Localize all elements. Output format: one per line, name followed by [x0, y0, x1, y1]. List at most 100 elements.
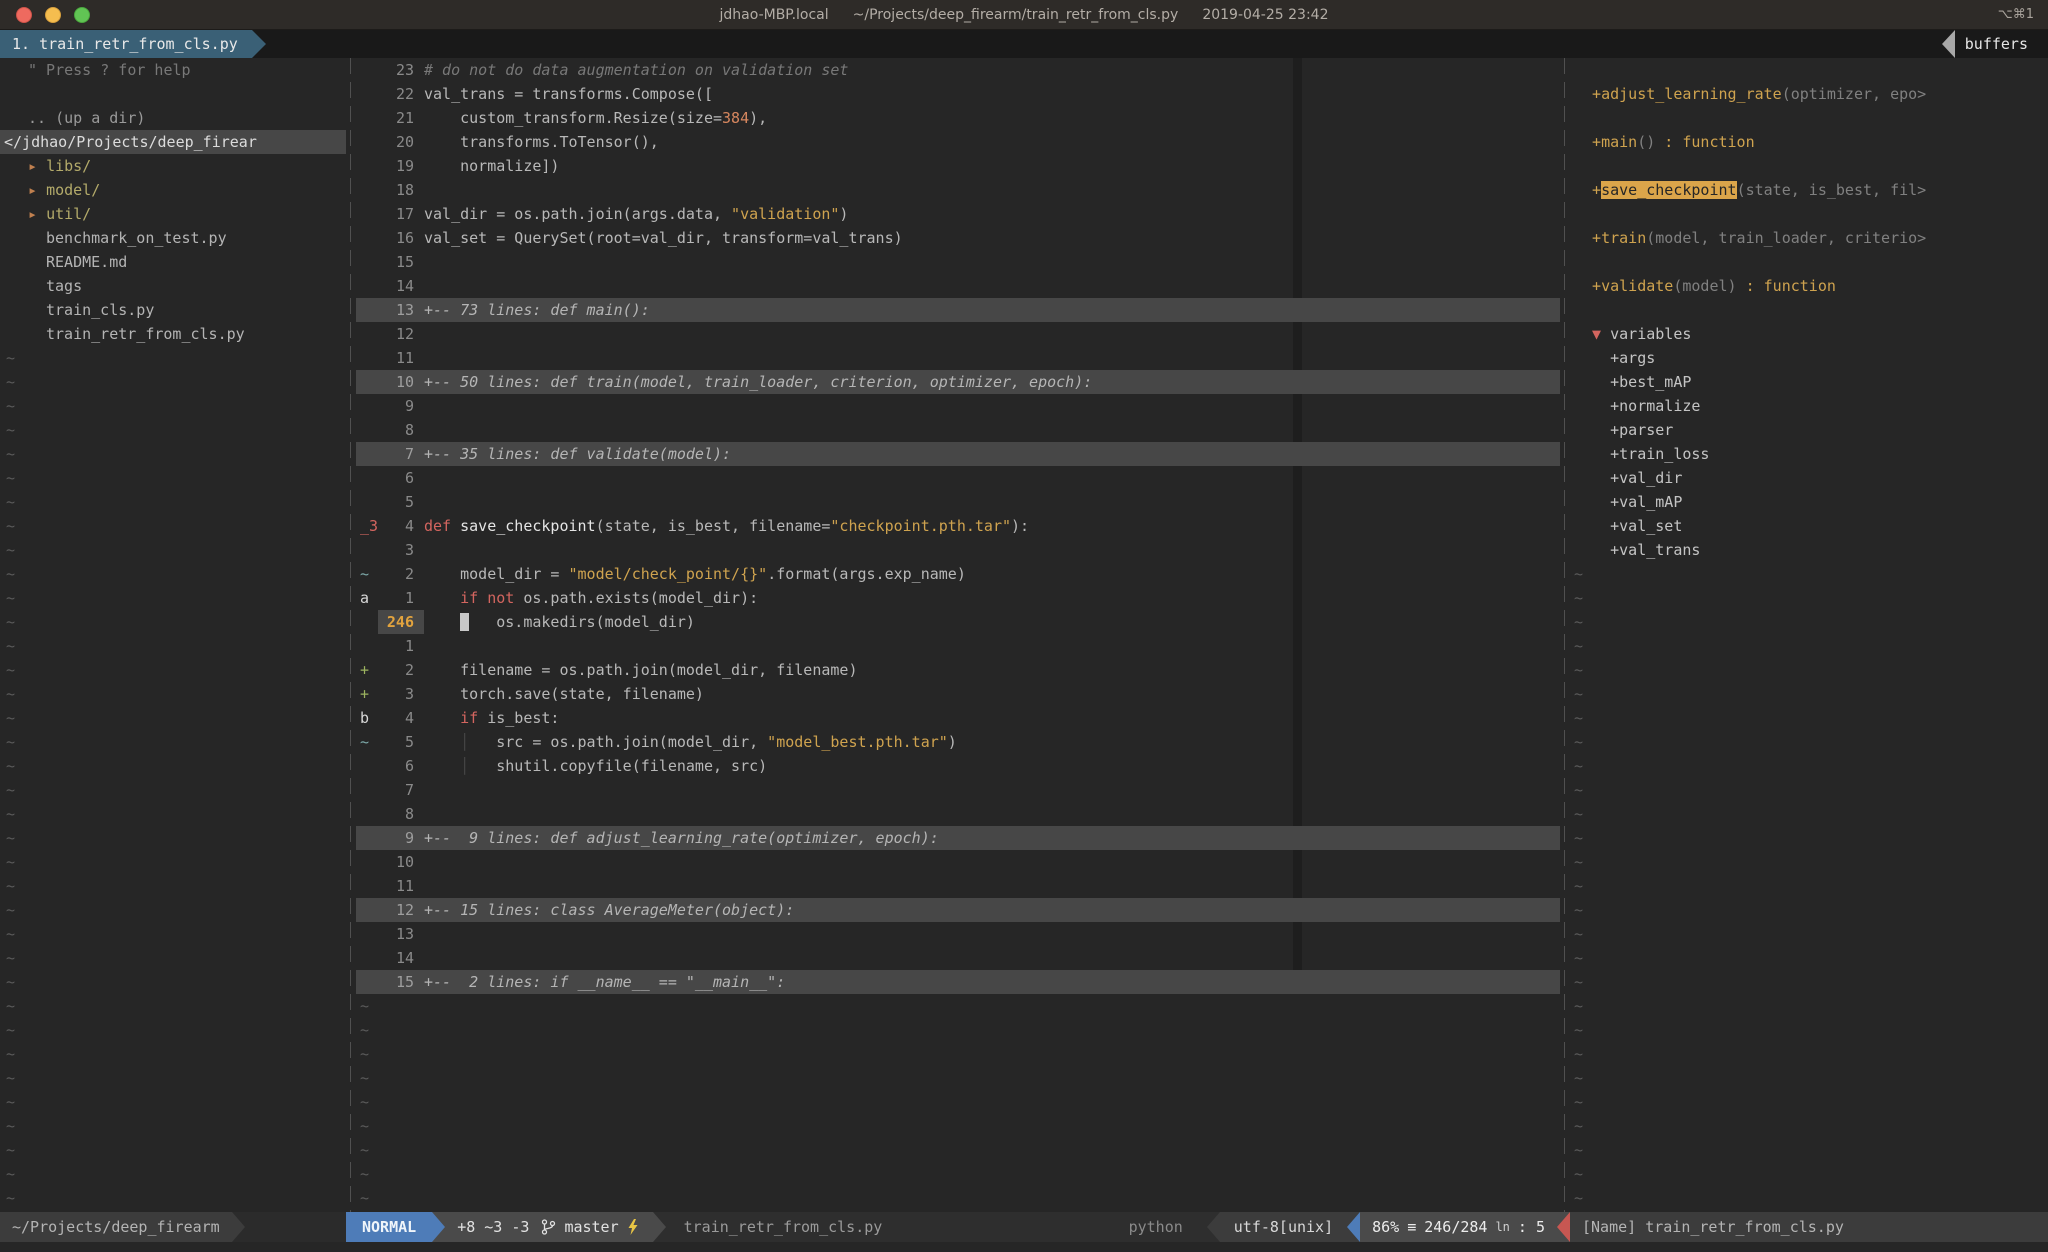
- nerdtree-root-path[interactable]: </jdhao/Projects/deep_firear: [0, 130, 346, 154]
- code-line[interactable]: _34def save_checkpoint(state, is_best, f…: [356, 514, 1560, 538]
- tag-val_set[interactable]: +val_set: [1570, 514, 2048, 538]
- folded-region-line[interactable]: 13+-- 73 lines: def main():: [356, 298, 1560, 322]
- tree-file-train_retr_from_cls-py[interactable]: train_retr_from_cls.py: [0, 322, 346, 346]
- zoom-button[interactable]: [74, 7, 90, 23]
- code-line[interactable]: 12: [356, 322, 1560, 346]
- code-line[interactable]: +2 filename = os.path.join(model_dir, fi…: [356, 658, 1560, 682]
- code-line[interactable]: 21 custom_transform.Resize(size=384),: [356, 106, 1560, 130]
- nerdtree-up-dir[interactable]: .. (up a dir): [0, 106, 346, 130]
- tag-best_mAP[interactable]: +best_mAP: [1570, 370, 2048, 394]
- tag-main[interactable]: +main() : function: [1570, 130, 2048, 154]
- token: +best_mAP: [1574, 373, 1691, 391]
- token: if: [460, 709, 478, 727]
- tag-args[interactable]: +args: [1570, 346, 2048, 370]
- empty-buffer-line: ~: [0, 394, 346, 418]
- code-line[interactable]: ~2 model_dir = "model/check_point/{}".fo…: [356, 562, 1560, 586]
- code-line[interactable]: +3 torch.save(state, filename): [356, 682, 1560, 706]
- tree-dir-util[interactable]: ▸ util/: [0, 202, 346, 226]
- code-line[interactable]: 20 transforms.ToTensor(),: [356, 130, 1560, 154]
- code-line[interactable]: 6 │ shutil.copyfile(filename, src): [356, 754, 1560, 778]
- tag-train_loss[interactable]: +train_loss: [1570, 442, 2048, 466]
- code-line[interactable]: 13: [356, 922, 1560, 946]
- code-line[interactable]: 1: [356, 634, 1560, 658]
- line-number: 13: [378, 922, 424, 946]
- tag-validate[interactable]: +validate(model) : function: [1570, 274, 2048, 298]
- token: ~: [360, 1165, 369, 1183]
- blank-line: [1570, 154, 2048, 178]
- line-of-total: 246/284: [1424, 1218, 1487, 1236]
- chevron-right-icon[interactable]: ▸: [28, 157, 46, 175]
- tag-train[interactable]: +train(model, train_loader, criterio>: [1570, 226, 2048, 250]
- command-line[interactable]: [0, 1242, 2048, 1252]
- code-line[interactable]: 6: [356, 466, 1560, 490]
- code-line[interactable]: a1 if not os.path.exists(model_dir):: [356, 586, 1560, 610]
- empty-buffer-line: ~: [0, 1042, 346, 1066]
- code-line[interactable]: 15: [356, 250, 1560, 274]
- window-separator[interactable]: [346, 58, 356, 1212]
- tag-val_dir[interactable]: +val_dir: [1570, 466, 2048, 490]
- code-line[interactable]: 11: [356, 874, 1560, 898]
- code-line[interactable]: 17val_dir = os.path.join(args.data, "val…: [356, 202, 1560, 226]
- tag-val_trans[interactable]: +val_trans: [1570, 538, 2048, 562]
- code-line[interactable]: 23# do not do data augmentation on valid…: [356, 58, 1560, 82]
- powerline-arrow-icon: [1347, 1212, 1360, 1242]
- tree-dir-model[interactable]: ▸ model/: [0, 178, 346, 202]
- code-line[interactable]: ~5 │ src = os.path.join(model_dir, "mode…: [356, 730, 1560, 754]
- token: ▼: [1574, 325, 1601, 343]
- tree-file-README-md[interactable]: README.md: [0, 250, 346, 274]
- code-line[interactable]: 22val_trans = transforms.Compose([: [356, 82, 1560, 106]
- tag-parser[interactable]: +parser: [1570, 418, 2048, 442]
- code-line[interactable]: 19 normalize]): [356, 154, 1560, 178]
- line-number: 5: [378, 490, 424, 514]
- token: ~: [1574, 853, 1583, 871]
- token: +val_mAP: [1574, 493, 1682, 511]
- code-line[interactable]: 246 os.makedirs(model_dir): [356, 610, 1560, 634]
- line-text: +-- 73 lines: def main():: [424, 301, 650, 319]
- code-line[interactable]: 14: [356, 946, 1560, 970]
- token: ),: [749, 109, 767, 127]
- token: [478, 589, 487, 607]
- code-line[interactable]: 14: [356, 274, 1560, 298]
- filetype-label: python: [1129, 1218, 1207, 1236]
- folded-region-line[interactable]: 12+-- 15 lines: class AverageMeter(objec…: [356, 898, 1560, 922]
- folded-region-line[interactable]: 7+-- 35 lines: def validate(model):: [356, 442, 1560, 466]
- code-line[interactable]: b4 if is_best:: [356, 706, 1560, 730]
- tag-save_checkpoint[interactable]: +save_checkpoint(state, is_best, fil>: [1570, 178, 2048, 202]
- folded-region-line[interactable]: 15+-- 2 lines: if __name__ == "__main__"…: [356, 970, 1560, 994]
- window-separator[interactable]: [1560, 58, 1570, 1212]
- tree-file-benchmark_on_test-py[interactable]: benchmark_on_test.py: [0, 226, 346, 250]
- minimize-button[interactable]: [45, 7, 61, 23]
- blank-line: [1570, 250, 2048, 274]
- close-button[interactable]: [16, 7, 32, 23]
- chevron-right-icon[interactable]: ▸: [28, 205, 46, 223]
- tagbar-kind-variables[interactable]: ▼ variables: [1570, 322, 2048, 346]
- tag-adjust_learning_rate[interactable]: +adjust_learning_rate(optimizer, epo>: [1570, 82, 2048, 106]
- git-branch-name: master: [564, 1218, 618, 1236]
- folded-region-line[interactable]: 10+-- 50 lines: def train(model, train_l…: [356, 370, 1560, 394]
- code-line[interactable]: 3: [356, 538, 1560, 562]
- tag-val_mAP[interactable]: +val_mAP: [1570, 490, 2048, 514]
- tab-current[interactable]: 1. train_retr_from_cls.py: [0, 30, 252, 58]
- code-line[interactable]: 16val_set = QuerySet(root=val_dir, trans…: [356, 226, 1560, 250]
- empty-buffer-line: ~: [356, 1162, 1560, 1186]
- code-line[interactable]: 8: [356, 418, 1560, 442]
- token: ~: [1574, 757, 1583, 775]
- tag-normalize[interactable]: +normalize: [1570, 394, 2048, 418]
- tree-file-tags[interactable]: tags: [0, 274, 346, 298]
- token: +main: [1574, 133, 1637, 151]
- tree-file-train_cls-py[interactable]: train_cls.py: [0, 298, 346, 322]
- token: ~: [1574, 1045, 1583, 1063]
- chevron-right-icon[interactable]: ▸: [28, 181, 46, 199]
- line-number: 9: [378, 826, 424, 850]
- code-line[interactable]: 10: [356, 850, 1560, 874]
- code-line[interactable]: 8: [356, 802, 1560, 826]
- code-line[interactable]: 7: [356, 778, 1560, 802]
- code-line[interactable]: 18: [356, 178, 1560, 202]
- code-line[interactable]: 5: [356, 490, 1560, 514]
- token: is_best:: [478, 709, 559, 727]
- code-line[interactable]: 11: [356, 346, 1560, 370]
- tree-dir-libs[interactable]: ▸ libs/: [0, 154, 346, 178]
- folded-region-line[interactable]: 9+-- 9 lines: def adjust_learning_rate(o…: [356, 826, 1560, 850]
- code-line[interactable]: 9: [356, 394, 1560, 418]
- token: ~: [1574, 685, 1583, 703]
